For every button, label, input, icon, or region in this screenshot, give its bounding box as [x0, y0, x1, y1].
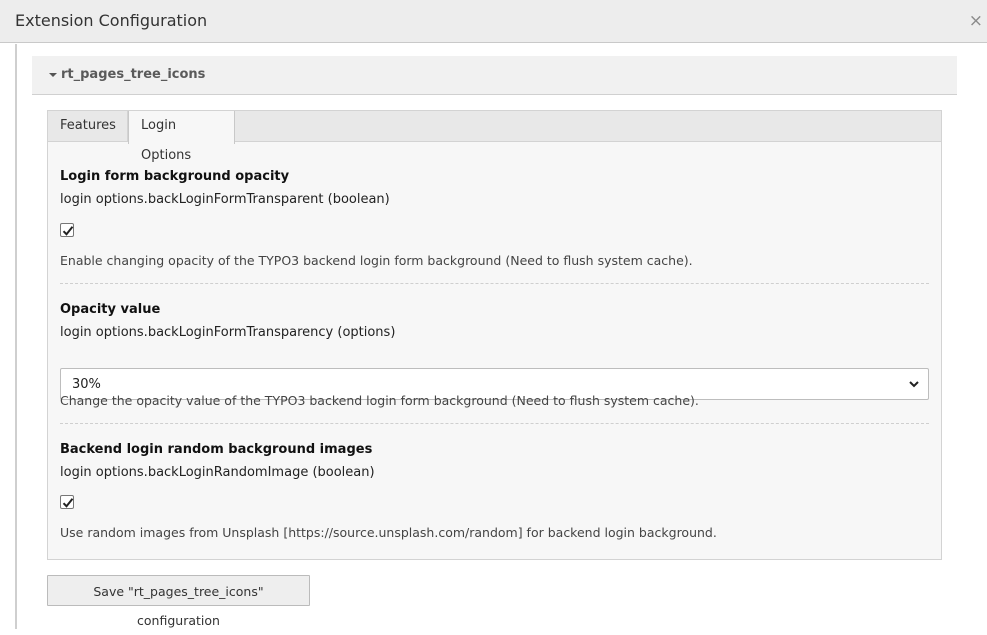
- tab-bar: Features Login Options: [47, 110, 942, 163]
- field-description: Use random images from Unsplash [https:/…: [60, 525, 717, 540]
- field-description: Change the opacity value of the TYPO3 ba…: [60, 393, 699, 408]
- field-label: Opacity value: [60, 302, 161, 317]
- save-configuration-button[interactable]: Save "rt_pages_tree_icons" configuration: [47, 575, 310, 628]
- left-border: [15, 44, 17, 629]
- modal-title: Extension Configuration: [15, 11, 208, 30]
- chevron-down-icon: [909, 381, 919, 388]
- tab-login-options[interactable]: Login Options: [128, 111, 235, 163]
- extension-panel-header[interactable]: rt_pages_tree_icons: [32, 56, 957, 95]
- field-label: Login form background opacity: [60, 169, 290, 184]
- field-label: Backend login random background images: [60, 442, 373, 457]
- caret-down-icon: [49, 73, 57, 77]
- tab-content-login-options: Login form background opacity login opti…: [47, 141, 942, 560]
- field-key: login options.backLoginRandomImage (bool…: [60, 465, 375, 480]
- checkmark-icon: [62, 226, 74, 236]
- field-divider: [60, 423, 929, 424]
- tab-features[interactable]: Features: [48, 111, 128, 143]
- modal-header: Extension Configuration ×: [0, 0, 987, 43]
- checkbox-back-login-random-image[interactable]: [60, 495, 74, 509]
- field-key: login options.backLoginFormTransparent (…: [60, 192, 390, 207]
- field-description: Enable changing opacity of the TYPO3 bac…: [60, 253, 693, 268]
- extension-name: rt_pages_tree_icons: [61, 67, 206, 82]
- field-key: login options.backLoginFormTransparency …: [60, 325, 396, 340]
- close-icon[interactable]: ×: [969, 11, 983, 31]
- field-divider: [60, 283, 929, 284]
- select-value: 30%: [72, 377, 101, 392]
- checkmark-icon: [62, 498, 74, 508]
- checkbox-back-login-form-transparent[interactable]: [60, 223, 74, 237]
